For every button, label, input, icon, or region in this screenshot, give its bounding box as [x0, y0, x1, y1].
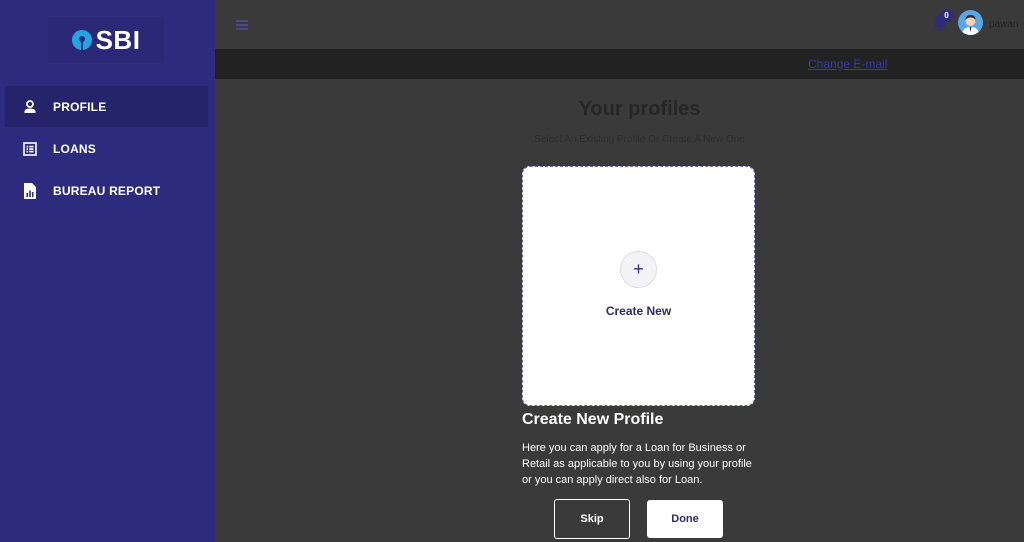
email-strip: Change E-mail	[215, 49, 1024, 79]
sidebar-item-label: LOANS	[53, 141, 96, 156]
done-button[interactable]: Done	[647, 500, 723, 538]
sidebar-item-bureau-report[interactable]: BUREAU REPORT	[5, 170, 208, 211]
person-icon	[22, 99, 37, 114]
logo-text: SBI	[95, 24, 141, 55]
list-icon	[22, 141, 37, 156]
sidebar-item-label: PROFILE	[53, 99, 107, 114]
skip-button[interactable]: Skip	[554, 499, 630, 539]
report-icon	[22, 182, 37, 199]
create-new-label: Create New	[605, 304, 672, 318]
top-bar: 0 pawan	[215, 0, 1024, 49]
sidebar-item-profile[interactable]: PROFILE	[5, 86, 208, 127]
user-avatar[interactable]	[958, 10, 983, 35]
sidebar-item-loans[interactable]: LOANS	[5, 128, 208, 169]
sidebar: SBI PROFILE LOANS BUREAU REPORT	[0, 0, 215, 542]
plus-icon: +	[620, 251, 657, 288]
hamburger-menu-icon[interactable]	[236, 20, 248, 30]
create-new-profile-description: Here you can apply for a Loan for Busine…	[522, 442, 752, 486]
create-new-profile-heading: Create New Profile	[522, 411, 664, 428]
page-title: Your profiles	[578, 98, 701, 120]
sbi-logo[interactable]: SBI	[48, 17, 164, 63]
notification-count-badge: 0	[940, 9, 953, 22]
create-new-profile-card[interactable]: + Create New	[522, 166, 755, 406]
page-subtitle: Select An Existing Profile Or Create A N…	[534, 134, 745, 145]
sbi-logo-icon	[71, 30, 92, 50]
sidebar-item-label: BUREAU REPORT	[53, 183, 161, 198]
change-email-link[interactable]: Change E-mail	[808, 57, 887, 71]
username[interactable]: pawan	[989, 19, 1018, 30]
